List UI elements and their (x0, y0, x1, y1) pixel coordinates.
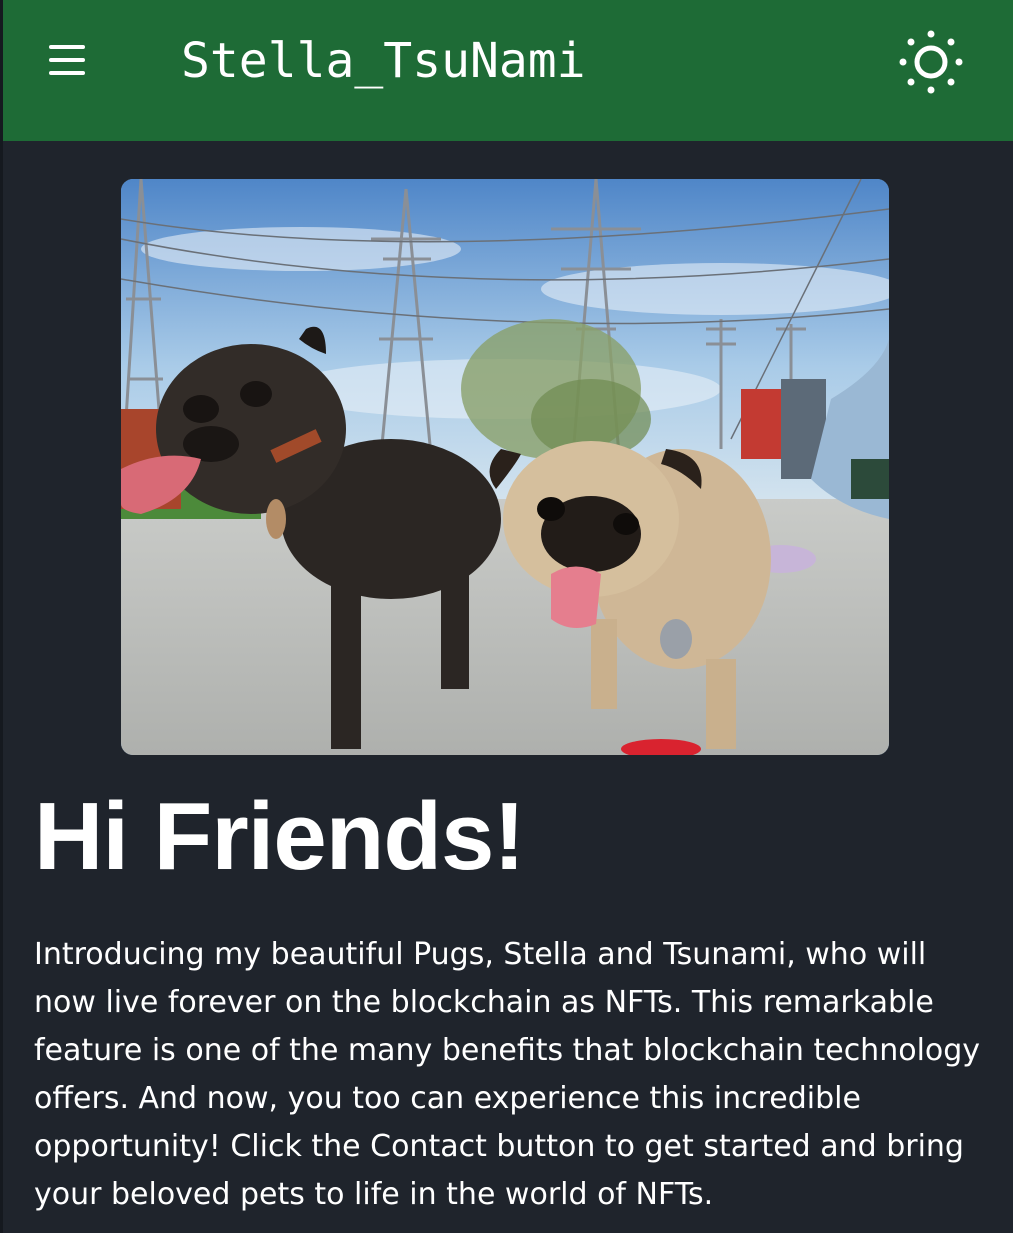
pugs-photo (121, 179, 889, 755)
app-bar: Stella_TsuNami (3, 0, 1013, 141)
sun-icon[interactable] (891, 22, 971, 102)
app-title: Stella_TsuNami (181, 33, 586, 89)
window-edge (0, 0, 3, 1233)
page-heading: Hi Friends! (34, 783, 525, 890)
hamburger-menu-icon[interactable] (39, 38, 99, 86)
intro-paragraph: Introducing my beautiful Pugs, Stella an… (34, 937, 981, 1212)
